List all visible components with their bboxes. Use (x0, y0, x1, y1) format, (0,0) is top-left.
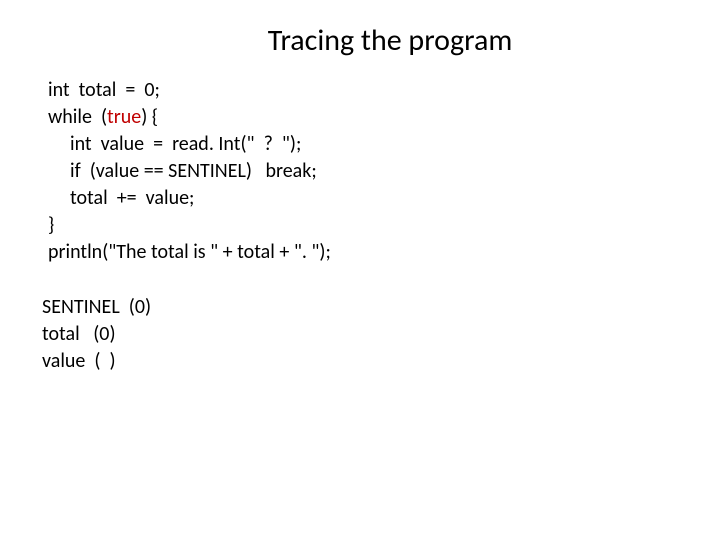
trace-total: total (0) (42, 321, 720, 348)
trace-block: SENTINEL (0) total (0) value ( ) (0, 266, 720, 375)
code-text: ) { (141, 105, 158, 129)
code-text: while ( (48, 105, 107, 129)
code-line-2: while (true) { (48, 104, 720, 131)
trace-value: value ( ) (42, 348, 720, 375)
code-line-6: } (48, 212, 720, 239)
code-line-7: println("The total is " + total + ". "); (48, 239, 720, 266)
keyword-true: true (107, 105, 141, 129)
code-line-1: int total = 0; (48, 77, 720, 104)
slide-title: Tracing the program (0, 0, 720, 77)
trace-sentinel: SENTINEL (0) (42, 294, 720, 321)
code-block: int total = 0; while (true) { int value … (0, 77, 720, 266)
code-line-3: int value = read. Int(" ? "); (48, 131, 720, 158)
code-line-4: if (value == SENTINEL) break; (48, 158, 720, 185)
code-line-5: total += value; (48, 185, 720, 212)
